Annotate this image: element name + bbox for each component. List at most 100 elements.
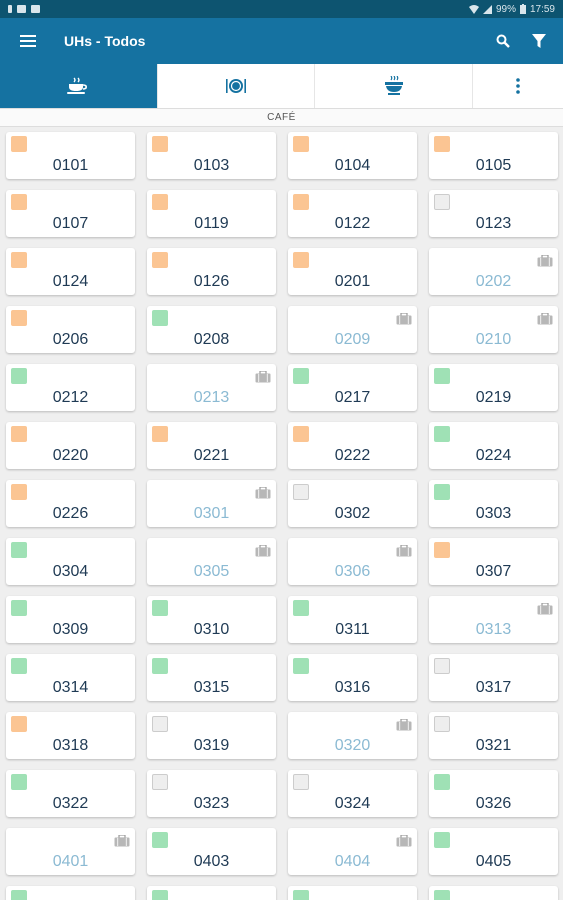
- room-card[interactable]: 0321: [429, 712, 558, 759]
- room-card[interactable]: 0322: [6, 770, 135, 817]
- room-number: 0124: [52, 273, 89, 290]
- room-card[interactable]: 0104: [288, 132, 417, 179]
- room-card[interactable]: 0210: [429, 306, 558, 353]
- room-number: 0316: [334, 679, 371, 696]
- room-card[interactable]: 0302: [288, 480, 417, 527]
- room-number: 0126: [193, 273, 230, 290]
- room-card[interactable]: 0206: [6, 306, 135, 353]
- youtube-icon: [31, 5, 40, 13]
- status-square-green: [434, 832, 450, 848]
- room-card[interactable]: [288, 886, 417, 900]
- luggage-icon: [255, 486, 271, 499]
- room-card[interactable]: 0318: [6, 712, 135, 759]
- room-card[interactable]: 0221: [147, 422, 276, 469]
- room-card[interactable]: 0317: [429, 654, 558, 701]
- room-card[interactable]: 0314: [6, 654, 135, 701]
- status-square-green: [152, 658, 168, 674]
- room-card[interactable]: 0404: [288, 828, 417, 875]
- room-number: 0305: [193, 563, 230, 580]
- luggage-icon: [114, 834, 130, 847]
- room-card[interactable]: 0222: [288, 422, 417, 469]
- room-number: 0322: [52, 795, 89, 812]
- room-card[interactable]: 0401: [6, 828, 135, 875]
- room-card[interactable]: 0105: [429, 132, 558, 179]
- search-icon[interactable]: [491, 29, 515, 53]
- room-card[interactable]: 0213: [147, 364, 276, 411]
- status-square-green: [434, 426, 450, 442]
- room-card[interactable]: 0320: [288, 712, 417, 759]
- room-card[interactable]: 0326: [429, 770, 558, 817]
- room-card[interactable]: 0217: [288, 364, 417, 411]
- clock-text: 17:59: [529, 3, 555, 15]
- status-bar: 99% 17:59: [0, 0, 563, 18]
- room-card[interactable]: 0212: [6, 364, 135, 411]
- filter-icon[interactable]: [527, 29, 551, 53]
- room-card[interactable]: 0107: [6, 190, 135, 237]
- status-square-orange: [11, 252, 27, 268]
- status-square-gray: [434, 658, 450, 674]
- room-card[interactable]: 0311: [288, 596, 417, 643]
- room-number: 0405: [475, 853, 512, 870]
- room-card[interactable]: 0220: [6, 422, 135, 469]
- section-label: CAFÉ: [0, 109, 563, 127]
- room-card[interactable]: [147, 886, 276, 900]
- room-card[interactable]: 0403: [147, 828, 276, 875]
- more-vert-icon: [516, 78, 520, 94]
- room-card[interactable]: 0310: [147, 596, 276, 643]
- hamburger-menu-icon[interactable]: [16, 29, 40, 53]
- room-card[interactable]: 0123: [429, 190, 558, 237]
- tab-dinner[interactable]: [315, 64, 474, 108]
- room-card[interactable]: 0101: [6, 132, 135, 179]
- tab-cafe[interactable]: [0, 64, 158, 108]
- room-number: 0222: [334, 447, 371, 464]
- status-square-green: [11, 542, 27, 558]
- luggage-icon: [396, 544, 412, 557]
- room-card[interactable]: 0122: [288, 190, 417, 237]
- room-card[interactable]: 0316: [288, 654, 417, 701]
- luggage-icon: [255, 370, 271, 383]
- room-card[interactable]: 0126: [147, 248, 276, 295]
- room-card[interactable]: 0226: [6, 480, 135, 527]
- room-card[interactable]: 0202: [429, 248, 558, 295]
- room-card[interactable]: 0224: [429, 422, 558, 469]
- luggage-icon: [537, 312, 553, 325]
- room-number: 0318: [52, 737, 89, 754]
- more-options-button[interactable]: [473, 64, 563, 108]
- room-card[interactable]: 0103: [147, 132, 276, 179]
- room-card[interactable]: 0305: [147, 538, 276, 585]
- status-square-green: [434, 484, 450, 500]
- room-card[interactable]: 0307: [429, 538, 558, 585]
- room-card[interactable]: 0313: [429, 596, 558, 643]
- room-card[interactable]: 0309: [6, 596, 135, 643]
- room-card[interactable]: 0306: [288, 538, 417, 585]
- room-card[interactable]: 0315: [147, 654, 276, 701]
- room-number: 0304: [52, 563, 89, 580]
- room-card[interactable]: 0323: [147, 770, 276, 817]
- room-number: 0213: [193, 389, 230, 406]
- room-card[interactable]: [429, 886, 558, 900]
- room-card[interactable]: 0405: [429, 828, 558, 875]
- status-square-green: [293, 658, 309, 674]
- status-square-orange: [152, 426, 168, 442]
- room-card[interactable]: 0208: [147, 306, 276, 353]
- notification-icon: [8, 5, 12, 13]
- room-card[interactable]: 0219: [429, 364, 558, 411]
- room-card[interactable]: 0324: [288, 770, 417, 817]
- room-number: 0315: [193, 679, 230, 696]
- status-square-orange: [152, 136, 168, 152]
- room-card[interactable]: 0124: [6, 248, 135, 295]
- tab-lunch[interactable]: [158, 64, 316, 108]
- status-square-orange: [11, 136, 27, 152]
- room-card[interactable]: 0201: [288, 248, 417, 295]
- room-card[interactable]: 0301: [147, 480, 276, 527]
- room-card[interactable]: 0303: [429, 480, 558, 527]
- luggage-icon: [396, 312, 412, 325]
- status-square-gray: [152, 774, 168, 790]
- room-card[interactable]: 0119: [147, 190, 276, 237]
- status-square-orange: [293, 252, 309, 268]
- room-card[interactable]: 0319: [147, 712, 276, 759]
- room-card[interactable]: 0209: [288, 306, 417, 353]
- status-square-green: [11, 774, 27, 790]
- room-card[interactable]: [6, 886, 135, 900]
- room-card[interactable]: 0304: [6, 538, 135, 585]
